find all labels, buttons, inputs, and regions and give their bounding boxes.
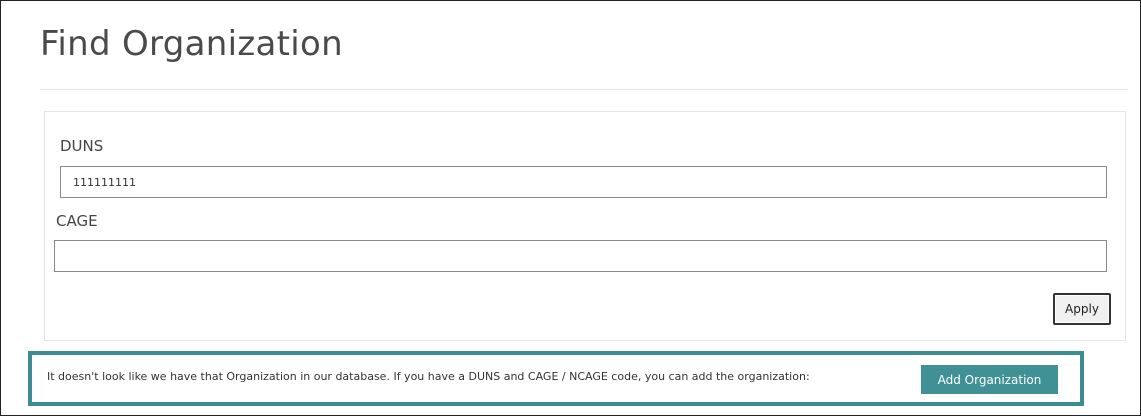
search-panel [44,111,1126,341]
apply-button[interactable]: Apply [1053,293,1111,325]
cage-input[interactable] [54,240,1107,272]
cage-label: CAGE [56,212,98,230]
not-found-message: It doesn't look like we have that Organi… [47,370,810,383]
page-title: Find Organization [40,24,343,64]
duns-input[interactable] [60,166,1107,198]
add-organization-button[interactable]: Add Organization [921,365,1058,394]
duns-label: DUNS [60,137,104,155]
not-found-notice: It doesn't look like we have that Organi… [28,351,1084,406]
title-divider [40,89,1128,90]
